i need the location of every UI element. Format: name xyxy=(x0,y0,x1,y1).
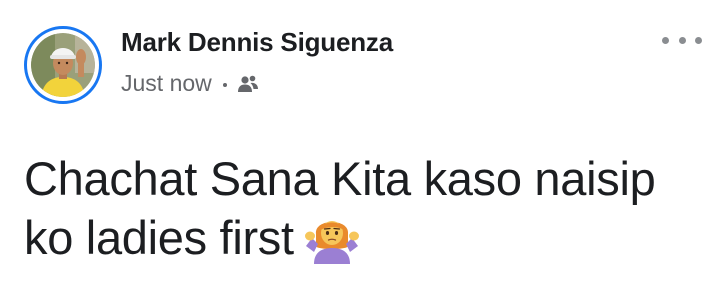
more-dot xyxy=(695,36,702,44)
post-meta: Just now xyxy=(121,70,260,97)
avatar xyxy=(31,33,95,97)
person-shrugging-emoji-icon xyxy=(304,221,359,264)
post-body-line-2: ko ladies first xyxy=(24,208,704,267)
post-timestamp[interactable]: Just now xyxy=(121,70,212,97)
more-dot xyxy=(678,36,686,44)
friends-icon[interactable] xyxy=(236,74,260,94)
post-body-line: Chachat Sana Kita kaso naisip xyxy=(24,152,656,205)
post-body: Chachat Sana Kita kaso naisip ko ladies … xyxy=(24,150,704,267)
post-body-line: ko ladies first xyxy=(24,211,294,264)
feed-post: Mark Dennis Siguenza Just now Chachat Sa… xyxy=(0,0,720,302)
post-author-name[interactable]: Mark Dennis Siguenza xyxy=(121,27,393,58)
avatar-story-ring[interactable] xyxy=(24,26,102,104)
more-dot xyxy=(662,36,669,44)
more-options-button[interactable] xyxy=(662,28,702,52)
separator-dot xyxy=(222,82,227,87)
